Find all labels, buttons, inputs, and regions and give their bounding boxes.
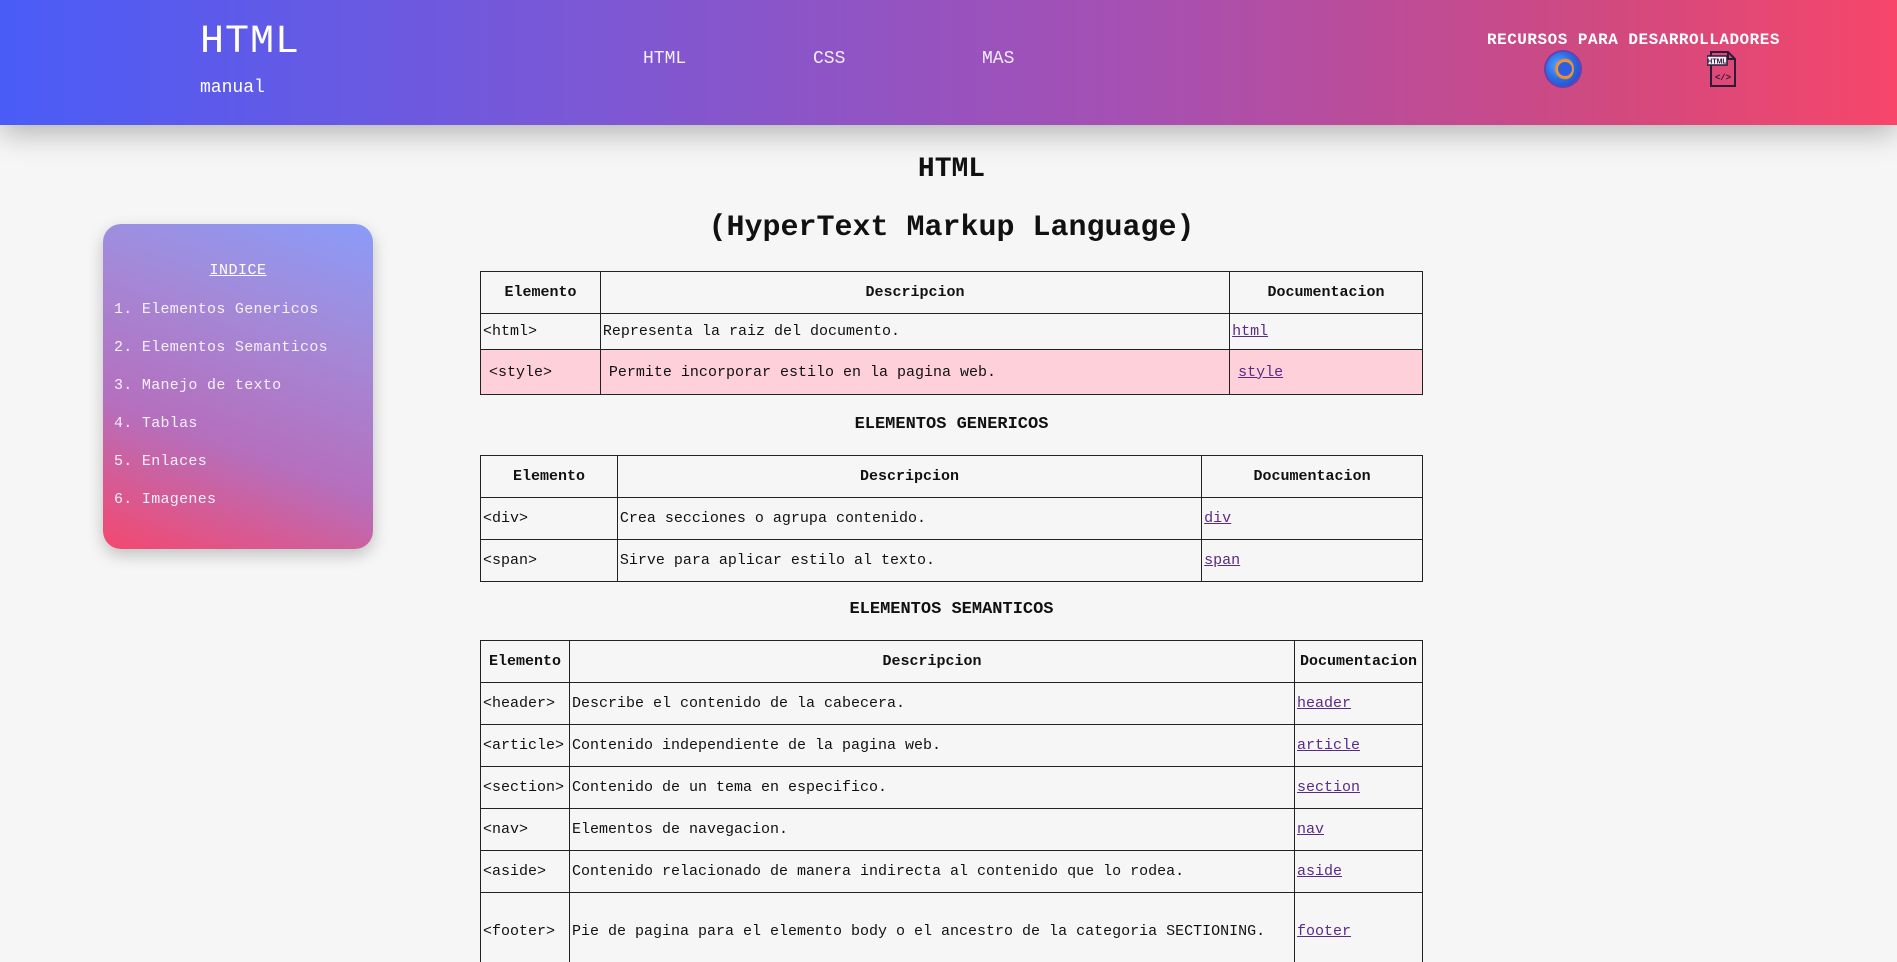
table-row: <div> Crea secciones o agrupa contenido.… (480, 497, 1423, 540)
table-row: <nav> Elementos de navegacion. nav (480, 808, 1423, 851)
page-title: HTML (917, 154, 986, 185)
element-cell: <article> (480, 724, 570, 767)
doc-link-section[interactable]: section (1297, 779, 1360, 796)
description-cell: Contenido de un tema en especifico. (568, 766, 1296, 809)
table-row: <article> Contenido independiente de la … (480, 724, 1423, 767)
doc-cell: html (1229, 313, 1423, 350)
doc-cell: article (1294, 724, 1423, 767)
sidebar-item-genericos[interactable]: 1. Elementos Genericos (114, 301, 319, 318)
description-cell: Pie de pagina para el elemento body o el… (568, 892, 1296, 962)
description-cell: Sirve para aplicar estilo al texto. (616, 539, 1203, 582)
element-cell: <html> (480, 313, 601, 350)
doc-link-div[interactable]: div (1204, 510, 1231, 527)
column-header-descripcion: Descripcion (599, 271, 1231, 314)
doc-link-article[interactable]: article (1297, 737, 1360, 754)
page-subtitle: (HyperText Markup Language) (708, 211, 1195, 245)
column-header-documentacion: Documentacion (1201, 455, 1423, 498)
logo-subtitle: manual (200, 78, 265, 98)
resources-label: RECURSOS PARA DESARROLLADORES (1487, 31, 1780, 49)
doc-cell: div (1201, 497, 1423, 540)
description-cell: Elementos de navegacion. (568, 808, 1296, 851)
doc-cell: aside (1294, 850, 1423, 893)
sidebar-item-texto[interactable]: 3. Manejo de texto (114, 377, 281, 394)
description-cell: Crea secciones o agrupa contenido. (616, 497, 1203, 540)
generic-elements-table: Elemento Descripcion Documentacion <div>… (480, 455, 1423, 582)
element-cell: <nav> (480, 808, 570, 851)
element-cell: <footer> (480, 892, 570, 962)
table-row: <aside> Contenido relacionado de manera … (480, 850, 1423, 893)
column-header-elemento: Elemento (480, 640, 570, 683)
semantic-elements-table: Elemento Descripcion Documentacion <head… (480, 640, 1423, 962)
element-cell: <aside> (480, 850, 570, 893)
table-row-highlighted: <style> Permite incorporar estilo en la … (480, 349, 1423, 395)
table-row: <section> Contenido de un tema en especi… (480, 766, 1423, 809)
intro-table: Elemento Descripcion Documentacion <html… (480, 271, 1423, 395)
html-file-icon-label: HTML (1707, 59, 1727, 66)
doc-cell: section (1294, 766, 1423, 809)
doc-cell: style (1229, 349, 1423, 395)
doc-link-html[interactable]: html (1232, 323, 1268, 340)
column-header-descripcion: Descripcion (616, 455, 1203, 498)
description-cell: Representa la raiz del documento. (599, 313, 1231, 350)
doc-cell: span (1201, 539, 1423, 582)
sidebar-item-semanticos[interactable]: 2. Elementos Semanticos (114, 339, 328, 356)
description-cell: Describe el contenido de la cabecera. (568, 682, 1296, 725)
logo-title[interactable]: HTML (200, 20, 300, 65)
column-header-documentacion: Documentacion (1294, 640, 1423, 683)
section-title-genericos: ELEMENTOS GENERICOS (854, 415, 1049, 434)
section-title-semanticos: ELEMENTOS SEMANTICOS (849, 600, 1054, 619)
doc-link-header[interactable]: header (1297, 695, 1351, 712)
doc-link-style[interactable]: style (1238, 364, 1283, 381)
table-row: <footer> Pie de pagina para el elemento … (480, 892, 1423, 962)
column-header-documentacion: Documentacion (1229, 271, 1423, 314)
doc-cell: header (1294, 682, 1423, 725)
sidebar-index: INDICE 1. Elementos Genericos 2. Element… (103, 224, 373, 549)
description-cell: Permite incorporar estilo en la pagina w… (599, 349, 1231, 395)
nav-item-html[interactable]: HTML (643, 49, 686, 69)
element-cell: <header> (480, 682, 570, 725)
doc-link-nav[interactable]: nav (1297, 821, 1324, 838)
table-row: <header> Describe el contenido de la cab… (480, 682, 1423, 725)
svg-text:</>: </> (1715, 73, 1731, 83)
doc-link-span[interactable]: span (1204, 552, 1240, 569)
sidebar-title[interactable]: INDICE (103, 262, 373, 279)
firefox-icon[interactable] (1546, 52, 1580, 86)
table-row: <html> Representa la raiz del documento.… (480, 313, 1423, 350)
element-cell: <style> (480, 349, 601, 395)
column-header-descripcion: Descripcion (568, 640, 1296, 683)
sidebar-item-enlaces[interactable]: 5. Enlaces (114, 453, 207, 470)
doc-cell: nav (1294, 808, 1423, 851)
column-header-elemento: Elemento (480, 271, 601, 314)
site-header: HTML manual HTML CSS MAS RECURSOS PARA D… (0, 0, 1897, 125)
element-cell: <section> (480, 766, 570, 809)
element-cell: <div> (480, 497, 618, 540)
description-cell: Contenido independiente de la pagina web… (568, 724, 1296, 767)
element-cell: <span> (480, 539, 618, 582)
nav-item-css[interactable]: CSS (813, 49, 845, 69)
doc-link-aside[interactable]: aside (1297, 863, 1342, 880)
html-file-icon[interactable]: HTML </> (1707, 50, 1739, 88)
sidebar-item-tablas[interactable]: 4. Tablas (114, 415, 198, 432)
description-cell: Contenido relacionado de manera indirect… (568, 850, 1296, 893)
sidebar-item-imagenes[interactable]: 6. Imagenes (114, 491, 216, 508)
nav-item-mas[interactable]: MAS (982, 49, 1014, 69)
doc-link-footer[interactable]: footer (1297, 923, 1351, 940)
table-row: <span> Sirve para aplicar estilo al text… (480, 539, 1423, 582)
doc-cell: footer (1294, 892, 1423, 962)
column-header-elemento: Elemento (480, 455, 618, 498)
